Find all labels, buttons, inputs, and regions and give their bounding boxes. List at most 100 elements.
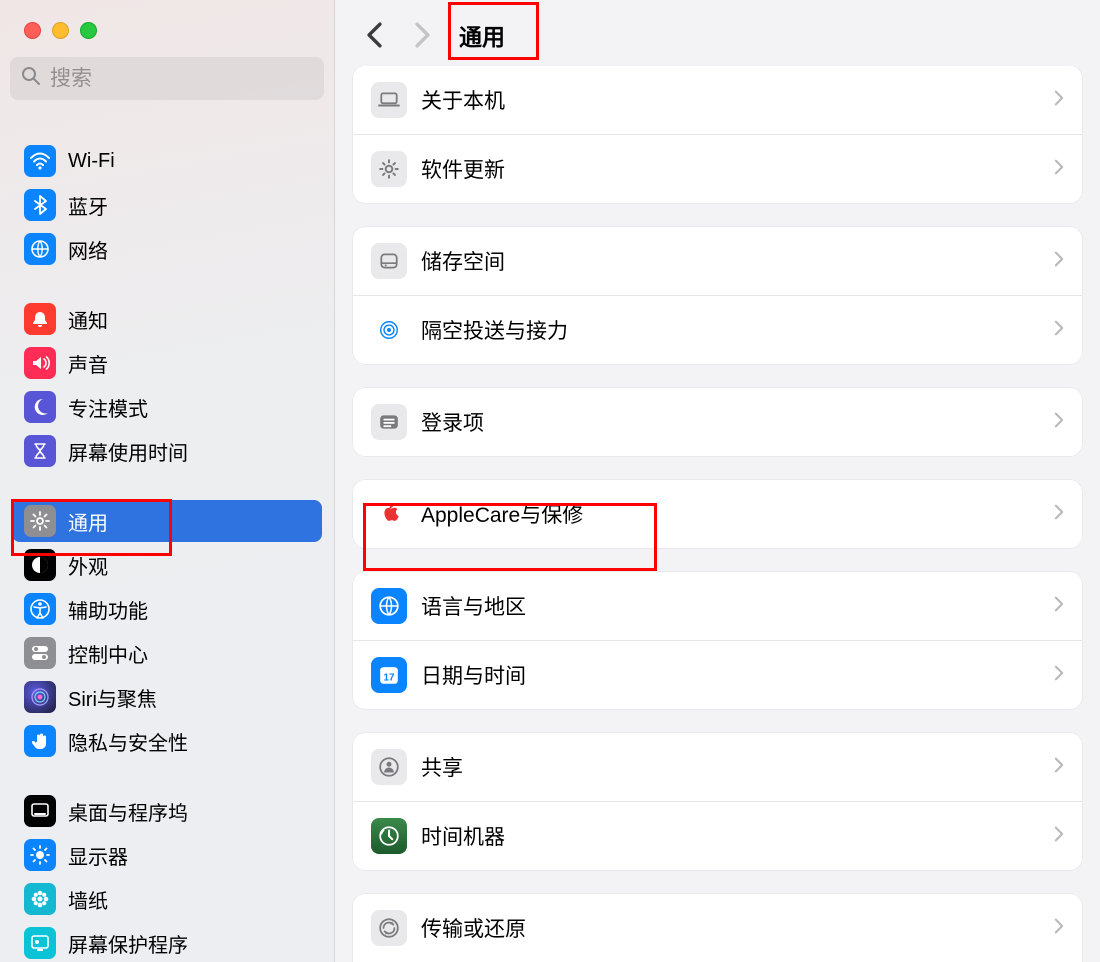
chevron-right-icon — [1054, 412, 1064, 433]
sidebar-item-screentime[interactable]: 屏幕使用时间 — [12, 430, 322, 472]
airdrop-icon — [371, 312, 407, 348]
sidebar-item-focus[interactable]: 专注模式 — [12, 386, 322, 428]
sidebar-item-privacy[interactable]: 隐私与安全性 — [12, 720, 322, 762]
close-window-button[interactable] — [24, 22, 41, 39]
row-applecare[interactable]: AppleCare与保修 — [353, 480, 1082, 548]
row-language[interactable]: 语言与地区 — [353, 572, 1082, 641]
row-label: 传输或还原 — [421, 913, 1054, 943]
bell-icon — [24, 303, 56, 335]
gear-icon — [371, 151, 407, 187]
sun-icon — [24, 839, 56, 871]
sidebar-item-wifi[interactable]: Wi-Fi — [12, 140, 322, 182]
section-sharing: 共享 时间机器 — [353, 733, 1082, 870]
sidebar-item-label: Siri与聚焦 — [68, 683, 157, 712]
zoom-window-button[interactable] — [80, 22, 97, 39]
sidebar-item-label: 通用 — [68, 507, 108, 536]
chevron-right-icon — [1054, 159, 1064, 180]
flower-icon — [24, 883, 56, 915]
sidebar-item-sound[interactable]: 声音 — [12, 342, 322, 384]
sidebar-item-siri[interactable]: Siri与聚焦 — [12, 676, 322, 718]
search-field[interactable] — [10, 57, 324, 100]
globe-icon — [24, 233, 56, 265]
chevron-right-icon — [1054, 665, 1064, 686]
sidebar-item-label: Wi-Fi — [68, 150, 115, 173]
appearance-icon — [24, 549, 56, 581]
moon-icon — [24, 391, 56, 423]
disk-icon — [371, 243, 407, 279]
chevron-right-icon — [1054, 918, 1064, 939]
row-storage[interactable]: 储存空间 — [353, 227, 1082, 296]
sidebar-item-label: 控制中心 — [68, 639, 148, 668]
sidebar-item-label: 显示器 — [68, 841, 128, 870]
search-input[interactable] — [50, 67, 314, 91]
sidebar-item-controlcenter[interactable]: 控制中心 — [12, 632, 322, 674]
sidebar-item-screensaver[interactable]: 屏幕保护程序 — [12, 922, 322, 962]
sidebar-item-general[interactable]: 通用 — [12, 500, 322, 542]
chevron-right-icon — [1054, 596, 1064, 617]
back-button[interactable] — [357, 18, 391, 52]
siri-icon — [24, 681, 56, 713]
sidebar-item-network[interactable]: 网络 — [12, 228, 322, 270]
calendar-icon — [371, 657, 407, 693]
chevron-right-icon — [1054, 826, 1064, 847]
page-title: 通用 — [459, 18, 505, 52]
minimize-window-button[interactable] — [52, 22, 69, 39]
sidebar-item-label: 屏幕保护程序 — [68, 929, 188, 958]
sidebar-item-appearance[interactable]: 外观 — [12, 544, 322, 586]
row-label: 软件更新 — [421, 154, 1054, 184]
accessibility-icon — [24, 593, 56, 625]
row-label: 语言与地区 — [421, 591, 1054, 621]
sidebar-item-desktop[interactable]: 桌面与程序坞 — [12, 790, 322, 832]
chevron-right-icon — [1054, 757, 1064, 778]
sidebar-item-label: 网络 — [68, 235, 108, 264]
speaker-icon — [24, 347, 56, 379]
chevron-right-icon — [1054, 251, 1064, 272]
section-login: 登录项 — [353, 388, 1082, 456]
row-transfer[interactable]: 传输或还原 — [353, 894, 1082, 962]
content-body: 关于本机 软件更新 储存空间 隔空投送与接力 — [335, 66, 1100, 962]
timemachine-icon — [371, 818, 407, 854]
forward-button[interactable] — [405, 18, 439, 52]
section-language: 语言与地区 日期与时间 — [353, 572, 1082, 709]
row-update[interactable]: 软件更新 — [353, 135, 1082, 203]
gear-icon — [24, 505, 56, 537]
screensaver-icon — [24, 927, 56, 959]
sidebar-item-label: 桌面与程序坞 — [68, 797, 188, 826]
sidebar-item-wallpaper[interactable]: 墙纸 — [12, 878, 322, 920]
sidebar-item-label: 隐私与安全性 — [68, 727, 188, 756]
content-header: 通用 — [335, 0, 1100, 66]
row-label: 储存空间 — [421, 246, 1054, 276]
row-datetime[interactable]: 日期与时间 — [353, 641, 1082, 709]
sidebar-item-label: 墙纸 — [68, 885, 108, 914]
sidebar-item-label: 专注模式 — [68, 393, 148, 422]
sidebar-item-notifications[interactable]: 通知 — [12, 298, 322, 340]
globe-icon — [371, 588, 407, 624]
bluetooth-icon — [24, 189, 56, 221]
sidebar-item-bluetooth[interactable]: 蓝牙 — [12, 184, 322, 226]
row-label: 隔空投送与接力 — [421, 315, 1054, 345]
sidebar-item-accessibility[interactable]: 辅助功能 — [12, 588, 322, 630]
hourglass-icon — [24, 435, 56, 467]
laptop-icon — [371, 82, 407, 118]
chevron-right-icon — [1054, 90, 1064, 111]
row-about[interactable]: 关于本机 — [353, 66, 1082, 135]
sidebar-item-displays[interactable]: 显示器 — [12, 834, 322, 876]
sidebar-item-label: 蓝牙 — [68, 191, 108, 220]
row-label: 共享 — [421, 752, 1054, 782]
sidebar-item-label: 屏幕使用时间 — [68, 437, 188, 466]
section-storage: 储存空间 隔空投送与接力 — [353, 227, 1082, 364]
row-timemachine[interactable]: 时间机器 — [353, 802, 1082, 870]
dock-icon — [24, 795, 56, 827]
row-sharing[interactable]: 共享 — [353, 733, 1082, 802]
row-label: 关于本机 — [421, 85, 1054, 115]
hand-icon — [24, 725, 56, 757]
row-label: 登录项 — [421, 407, 1054, 437]
wifi-icon — [24, 145, 56, 177]
row-label: 日期与时间 — [421, 660, 1054, 690]
row-airdrop[interactable]: 隔空投送与接力 — [353, 296, 1082, 364]
chevron-right-icon — [1054, 320, 1064, 341]
row-login[interactable]: 登录项 — [353, 388, 1082, 456]
sidebar-item-label: 声音 — [68, 349, 108, 378]
row-label: AppleCare与保修 — [421, 499, 1054, 529]
section-transfer: 传输或还原 启动磁盘 — [353, 894, 1082, 962]
